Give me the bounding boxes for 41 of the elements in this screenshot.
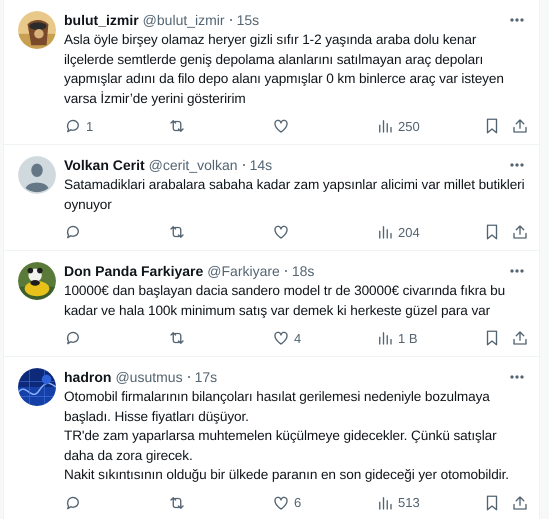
- like-count: 6: [294, 495, 302, 510]
- user-name[interactable]: Volkan Cerit: [64, 156, 145, 174]
- bar-chart-icon[interactable]: [376, 223, 394, 241]
- tweet-text: Asla öyle birşey olamaz heryer gizli sıfır 1-2 yaşında araba dolu kenar ilçelerde semtlerde geniş depolama alanlarını satılmayan araç depoları yapmışlar adını da filo depo alanı yapmışlar 0 km binlerce araç var isteyen varsa İzmir’de yerini gösteririm: [64, 31, 505, 108]
- bar-chart-icon[interactable]: [376, 117, 394, 135]
- reply-icon[interactable]: [64, 329, 82, 347]
- user-handle[interactable]: @bulut_izmir: [142, 11, 225, 29]
- retweet-icon[interactable]: [168, 117, 186, 135]
- view-count: 204: [398, 224, 420, 240]
- timestamp[interactable]: 18s: [292, 262, 314, 280]
- share-icon[interactable]: [511, 117, 529, 135]
- reply-count: 1: [86, 118, 94, 134]
- tweet-text: Satamadiklari arabalara sabaha kadar zam yapsınlar alicimi var millet butikleri oynuyor: [64, 176, 526, 214]
- heart-icon[interactable]: [272, 494, 290, 512]
- heart-icon[interactable]: [272, 117, 290, 135]
- reply-icon[interactable]: [64, 117, 82, 135]
- retweet-icon[interactable]: [168, 223, 186, 241]
- view-count: 513: [398, 495, 420, 510]
- user-name[interactable]: hadron: [64, 368, 112, 386]
- user-handle[interactable]: @usutmus: [115, 368, 183, 386]
- reply-icon[interactable]: [64, 223, 82, 241]
- like-count: 4: [294, 330, 302, 346]
- tweet-text: Otomobil firmalarının bilançoları hasılat gerilemesi nedeniyle bozulmaya başladı. Hisse fiyatları düşüyor. TR'de zam yaparlarsa muhtemelen küçülmeye gidecekler. Çünkü satışlar daha da zora girecek. Nakit sıkıntısının olduğu bir ülkede paranın en son gideceği yer otomobildir.: [64, 388, 510, 484]
- timestamp[interactable]: 17s: [194, 368, 218, 386]
- heart-icon[interactable]: [272, 329, 290, 347]
- user-name[interactable]: bulut_izmir: [64, 11, 139, 29]
- user-name[interactable]: Don Panda Farkiyare: [64, 262, 204, 280]
- share-icon[interactable]: [511, 494, 529, 512]
- tweet-text: 10000€ dan başlayan dacia sandero model tr de 30000€ civarında fıkra bu kadar ve hala 100k minimum satış var demek ki herkeste güzel para var: [64, 282, 506, 320]
- timestamp[interactable]: 14s: [250, 156, 272, 174]
- view-count: 1 B: [398, 330, 418, 346]
- view-count: 250: [398, 118, 420, 134]
- timestamp[interactable]: 15s: [236, 11, 260, 29]
- avatar-icon[interactable]: [18, 156, 56, 194]
- retweet-icon[interactable]: [168, 329, 186, 347]
- user-handle[interactable]: @cerit_volkan: [148, 156, 238, 174]
- bar-chart-icon[interactable]: [376, 329, 394, 347]
- share-icon[interactable]: [511, 223, 529, 241]
- share-icon[interactable]: [511, 329, 529, 347]
- heart-icon[interactable]: [272, 223, 290, 241]
- user-handle[interactable]: @Farkiyare: [207, 262, 280, 280]
